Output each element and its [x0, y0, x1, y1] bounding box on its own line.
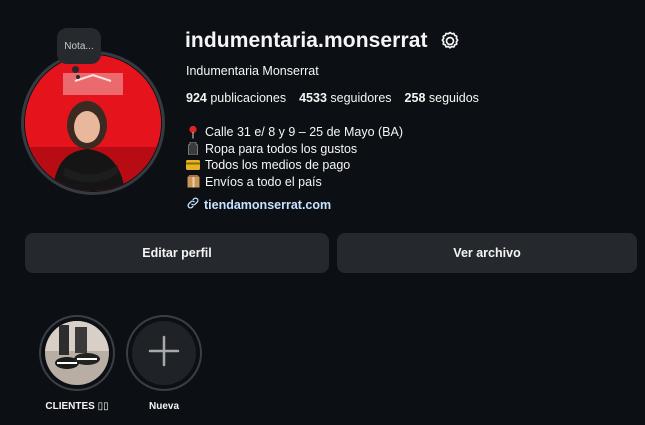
note-bubble-tail: [72, 66, 79, 73]
highlight-new-label: Nueva: [148, 401, 179, 412]
profile-avatar[interactable]: [25, 55, 161, 191]
note-bubble[interactable]: Nota...: [57, 28, 101, 64]
highlight-clients-cover: [45, 321, 109, 385]
bio-line-shipping: Envíos a todo el país: [186, 174, 403, 191]
website-link-text[interactable]: tiendamonserrat.com: [204, 198, 331, 212]
website-link[interactable]: tiendamonserrat.com: [186, 196, 331, 213]
followers-stat[interactable]: 4533 seguidores: [299, 91, 391, 105]
pin-icon: [186, 125, 200, 139]
view-archive-button[interactable]: Ver archivo: [337, 233, 637, 273]
edit-profile-button[interactable]: Editar perfil: [25, 233, 329, 273]
bio-line-payment: Todos los medios de pago: [186, 157, 403, 174]
package-icon: [186, 175, 200, 189]
username: indumentaria.monserrat: [185, 29, 428, 52]
bio-line-address: Calle 31 e/ 8 y 9 – 25 de Mayo (BA): [186, 124, 403, 141]
following-stat[interactable]: 258 seguidos: [405, 91, 479, 105]
note-label: Nota...: [64, 40, 94, 52]
bio-line-clothing: Ropa para todos los gustos: [186, 141, 403, 158]
plus-icon: [146, 333, 182, 374]
highlight-new[interactable]: [126, 315, 202, 391]
highlight-clients[interactable]: [39, 315, 115, 391]
full-name: Indumentaria Monserrat: [186, 64, 319, 78]
note-bubble-tail-small: [76, 75, 80, 79]
bio: Calle 31 e/ 8 y 9 – 25 de Mayo (BA) Ropa…: [186, 124, 403, 190]
profile-stats: 924 publicaciones 4533 seguidores 258 se…: [186, 91, 479, 105]
posts-stat[interactable]: 924 publicaciones: [186, 91, 286, 105]
add-highlight-button[interactable]: [132, 321, 196, 385]
clothing-icon: [186, 142, 200, 156]
link-icon: [186, 196, 200, 213]
credit-card-icon: [186, 158, 200, 172]
settings-gear-icon[interactable]: [440, 31, 460, 51]
